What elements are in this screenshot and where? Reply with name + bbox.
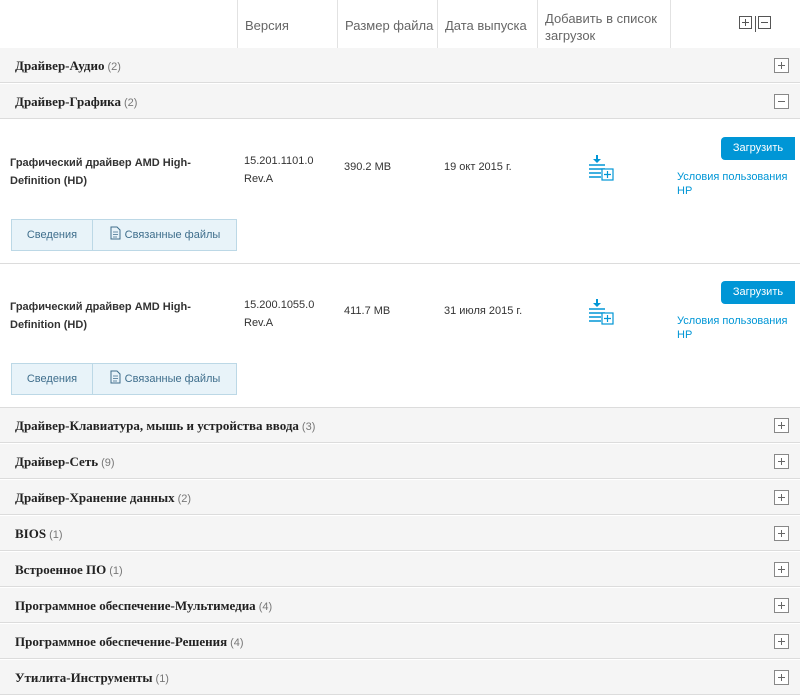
category-row-graphics[interactable]: Драйвер-Графика (2) bbox=[0, 84, 800, 119]
category-row-network[interactable]: Драйвер-Сеть (9) bbox=[0, 444, 800, 479]
category-name: Утилита-Инструменты (1) bbox=[15, 670, 169, 685]
column-header-date: Дата выпуска bbox=[437, 0, 537, 48]
driver-size: 411.7 MB bbox=[344, 305, 391, 317]
category-name: Драйвер-Аудио (2) bbox=[15, 58, 121, 73]
tab-details[interactable]: Сведения bbox=[12, 364, 92, 394]
driver-date: 19 окт 2015 г. bbox=[444, 161, 512, 173]
add-to-download-list-icon[interactable] bbox=[587, 299, 615, 330]
driver-title: Графический драйвер AMD High-Definition … bbox=[10, 157, 191, 187]
category-name: Встроенное ПО (1) bbox=[15, 562, 123, 577]
column-header-add-to-list: Добавить в список загрузок bbox=[537, 0, 670, 48]
expand-icon[interactable] bbox=[774, 670, 789, 685]
category-row-audio[interactable]: Драйвер-Аудио (2) bbox=[0, 48, 800, 83]
driver-date: 31 июля 2015 г. bbox=[444, 305, 523, 317]
item-tabs: Сведения Связанные файлы bbox=[11, 363, 237, 395]
expand-icon[interactable] bbox=[774, 526, 789, 541]
expand-icon[interactable] bbox=[774, 418, 789, 433]
table-header: Версия Размер файла Дата выпуска Добавит… bbox=[0, 0, 800, 49]
category-name: Драйвер-Хранение данных (2) bbox=[15, 490, 192, 505]
driver-size: 390.2 MB bbox=[344, 161, 392, 173]
download-button[interactable]: Загрузить bbox=[721, 281, 795, 304]
tab-details[interactable]: Сведения bbox=[12, 220, 92, 250]
driver-item: Графический драйвер AMD High-Definition … bbox=[0, 264, 800, 408]
terms-link[interactable]: Условия пользования HP bbox=[677, 170, 797, 198]
tab-related-files[interactable]: Связанные файлы bbox=[92, 220, 237, 250]
item-tabs: Сведения Связанные файлы bbox=[11, 219, 237, 251]
expand-icon[interactable] bbox=[774, 58, 789, 73]
column-header-version: Версия bbox=[237, 0, 337, 48]
expand-icon[interactable] bbox=[774, 490, 789, 505]
expand-all-icon[interactable] bbox=[739, 16, 752, 29]
expand-icon[interactable] bbox=[774, 454, 789, 469]
driver-version: 15.200.1055.0 Rev.A bbox=[244, 299, 315, 329]
category-row-solutions[interactable]: Программное обеспечение-Решения (4) bbox=[0, 624, 800, 659]
terms-link[interactable]: Условия пользования HP bbox=[677, 314, 797, 342]
tab-related-files[interactable]: Связанные файлы bbox=[92, 364, 237, 394]
column-header-controls bbox=[670, 0, 800, 48]
expand-icon[interactable] bbox=[774, 562, 789, 577]
divider bbox=[755, 16, 756, 32]
category-name: Драйвер-Графика (2) bbox=[15, 94, 138, 109]
expand-icon[interactable] bbox=[774, 634, 789, 649]
category-row-storage[interactable]: Драйвер-Хранение данных (2) bbox=[0, 480, 800, 515]
category-row-multimedia[interactable]: Программное обеспечение-Мультимедиа (4) bbox=[0, 588, 800, 623]
category-row-utilities[interactable]: Утилита-Инструменты (1) bbox=[0, 660, 800, 695]
category-name: Программное обеспечение-Мультимедиа (4) bbox=[15, 598, 273, 613]
category-name: Программное обеспечение-Решения (4) bbox=[15, 634, 244, 649]
category-name: Драйвер-Сеть (9) bbox=[15, 454, 115, 469]
expand-icon[interactable] bbox=[774, 598, 789, 613]
document-icon bbox=[110, 366, 121, 396]
driver-version: 15.201.1101.0 Rev.A bbox=[244, 155, 314, 185]
driver-title: Графический драйвер AMD High-Definition … bbox=[10, 301, 191, 331]
column-header-size: Размер файла bbox=[337, 0, 437, 48]
driver-item: Графический драйвер AMD High-Definition … bbox=[0, 120, 800, 264]
document-icon bbox=[110, 222, 121, 252]
category-row-firmware[interactable]: Встроенное ПО (1) bbox=[0, 552, 800, 587]
category-row-bios[interactable]: BIOS (1) bbox=[0, 516, 800, 551]
collapse-all-icon[interactable] bbox=[758, 16, 771, 29]
collapse-icon[interactable] bbox=[774, 94, 789, 109]
category-name: Драйвер-Клавиатура, мышь и устройства вв… bbox=[15, 418, 316, 433]
download-button[interactable]: Загрузить bbox=[721, 137, 795, 160]
category-name: BIOS (1) bbox=[15, 526, 63, 541]
add-to-download-list-icon[interactable] bbox=[587, 155, 615, 186]
category-row-input-devices[interactable]: Драйвер-Клавиатура, мышь и устройства вв… bbox=[0, 408, 800, 443]
expand-collapse-all bbox=[739, 16, 771, 32]
